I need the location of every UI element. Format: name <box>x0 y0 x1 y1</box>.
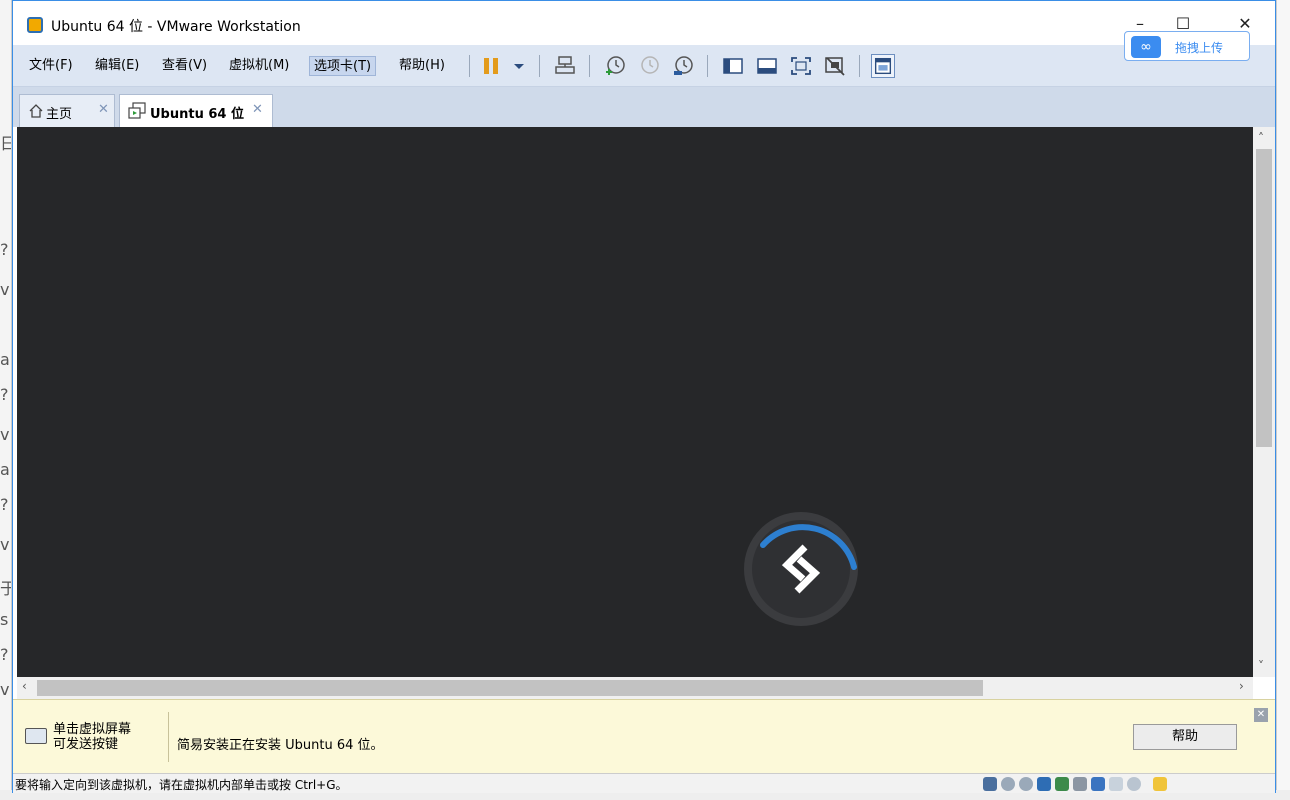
display-icon[interactable] <box>1109 777 1123 791</box>
status-bar: 要将输入定向到该虚拟机，请在虚拟机内部单击或按 Ctrl+G。 <box>13 773 1275 793</box>
home-icon <box>29 104 43 118</box>
dropdown-arrow-icon[interactable] <box>507 54 531 78</box>
hard-disk-icon[interactable] <box>983 777 997 791</box>
vm-display[interactable] <box>17 127 1253 677</box>
network-adapter-icon[interactable] <box>1055 777 1069 791</box>
message-log-icon[interactable] <box>1153 777 1167 791</box>
horizontal-scroll-thumb[interactable] <box>37 680 983 696</box>
scroll-right-icon[interactable]: › <box>1239 679 1244 693</box>
usb-icon[interactable] <box>1127 777 1141 791</box>
snapshot-revert-icon[interactable] <box>637 54 661 78</box>
info-bar: 单击虚拟屏幕 可发送按键 简易安装正在安装 Ubuntu 64 位。 帮助 ✕ <box>13 699 1275 773</box>
scroll-left-icon[interactable]: ‹ <box>22 679 27 693</box>
vmware-app-icon <box>27 17 43 33</box>
horizontal-scrollbar[interactable]: ‹ › <box>17 677 1253 699</box>
status-text: 要将输入定向到该虚拟机，请在虚拟机内部单击或按 Ctrl+G。 <box>15 778 348 792</box>
loading-spinner-icon <box>744 512 858 626</box>
menu-vm[interactable]: 虚拟机(M) <box>225 56 293 76</box>
title-bar[interactable]: Ubuntu 64 位 - VMware Workstation – ☐ ✕ <box>13 1 1275 45</box>
toolbar-separator <box>539 55 540 77</box>
toolbar-separator <box>469 55 470 77</box>
snapshot-manager-icon[interactable] <box>671 54 695 78</box>
drag-upload-button[interactable]: ∞ 拖拽上传 <box>1124 31 1250 61</box>
background-window-edge: 日?v a?v a?v 于s?v <box>0 0 12 800</box>
cloud-icon: ∞ <box>1131 36 1161 58</box>
menu-file[interactable]: 文件(F) <box>25 56 77 76</box>
info-hint: 单击虚拟屏幕 可发送按键 <box>53 722 131 752</box>
keyboard-icon <box>25 728 47 744</box>
vertical-scroll-thumb[interactable] <box>1256 149 1272 447</box>
library-icon[interactable] <box>871 54 895 78</box>
tab-bar: 主页 ✕ Ubuntu 64 位 ✕ <box>13 87 1275 127</box>
window-title: Ubuntu 64 位 - VMware Workstation <box>51 19 301 35</box>
cd-dvd-icon[interactable] <box>1001 777 1015 791</box>
info-hint-line1: 单击虚拟屏幕 <box>53 722 132 737</box>
info-close-icon[interactable]: ✕ <box>1254 708 1268 722</box>
cd-dvd-2-icon[interactable] <box>1019 777 1033 791</box>
scroll-down-icon[interactable]: ˅ <box>1258 659 1264 673</box>
pause-icon[interactable] <box>479 54 503 78</box>
toolbar-separator <box>859 55 860 77</box>
install-message: 简易安装正在安装 Ubuntu 64 位。 <box>177 738 384 753</box>
menu-edit[interactable]: 编辑(E) <box>91 56 143 76</box>
fullscreen-icon[interactable] <box>789 54 813 78</box>
snapshot-take-icon[interactable] <box>603 54 627 78</box>
menu-help[interactable]: 帮助(H) <box>395 56 449 76</box>
unity-icon[interactable] <box>823 54 847 78</box>
tab-home-label: 主页 <box>46 107 73 122</box>
floppy-icon[interactable] <box>1037 777 1051 791</box>
toolbar-separator <box>707 55 708 77</box>
drag-upload-label: 拖拽上传 <box>1175 41 1224 55</box>
tab-home-close-icon[interactable]: ✕ <box>98 102 109 117</box>
menu-bar: 文件(F) 编辑(E) 查看(V) 虚拟机(M) 选项卡(T) 帮助(H) <box>13 45 1275 87</box>
vertical-scrollbar[interactable]: ˄ ˅ <box>1253 127 1275 677</box>
tab-ubuntu[interactable]: Ubuntu 64 位 ✕ <box>119 94 273 127</box>
sound-card-icon[interactable] <box>1091 777 1105 791</box>
tab-home[interactable]: 主页 ✕ <box>19 94 115 127</box>
info-hint-line2: 可发送按键 <box>53 737 119 752</box>
vmware-window: Ubuntu 64 位 - VMware Workstation – ☐ ✕ ∞… <box>12 0 1276 793</box>
vm-tab-icon <box>128 102 146 119</box>
info-divider <box>168 712 169 762</box>
scroll-up-icon[interactable]: ˄ <box>1258 131 1264 145</box>
menu-view[interactable]: 查看(V) <box>158 56 211 76</box>
help-button[interactable]: 帮助 <box>1133 724 1237 750</box>
tab-ubuntu-label: Ubuntu 64 位 <box>150 107 244 122</box>
send-ctrl-alt-del-icon[interactable] <box>553 54 577 78</box>
console-view-icon[interactable] <box>721 54 745 78</box>
background-window-edge-right <box>1276 0 1290 800</box>
menu-tabs[interactable]: 选项卡(T) <box>309 56 377 76</box>
printer-icon[interactable] <box>1073 777 1087 791</box>
toolbar-separator <box>589 55 590 77</box>
thumbnail-view-icon[interactable] <box>755 54 779 78</box>
tab-ubuntu-close-icon[interactable]: ✕ <box>252 102 263 117</box>
